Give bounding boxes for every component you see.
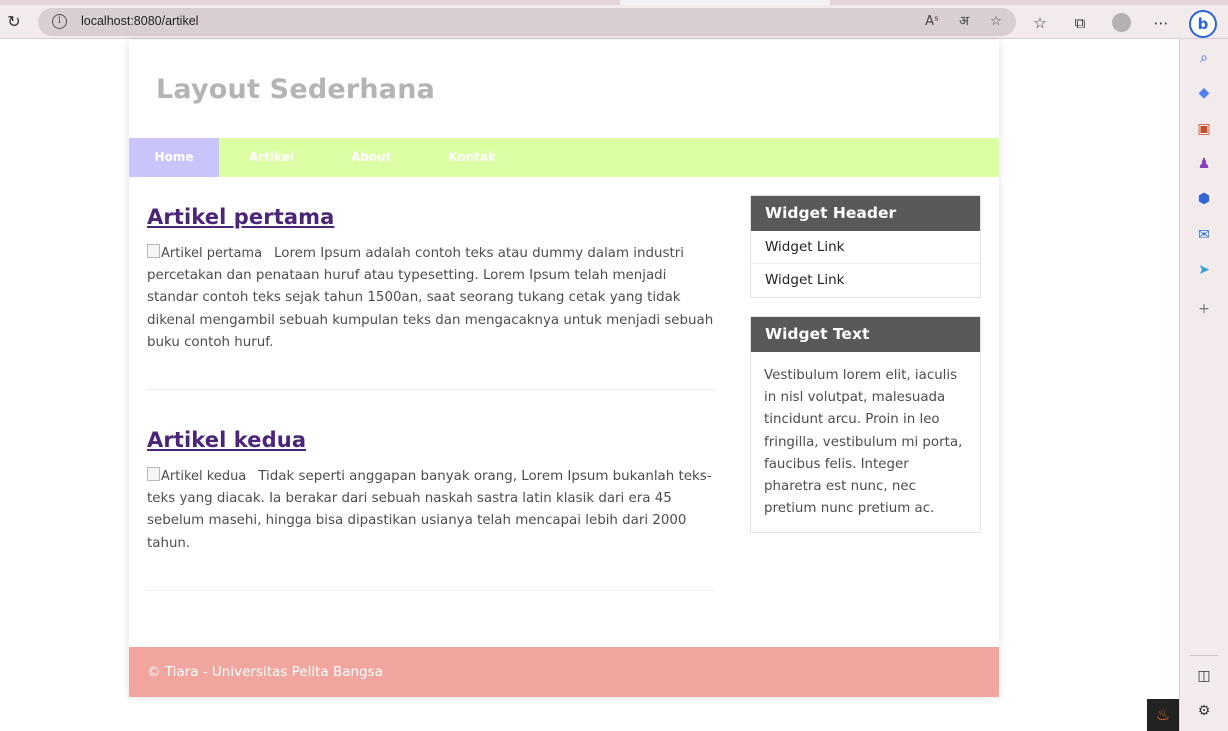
translate-icon[interactable]: अ (955, 13, 973, 31)
browser-sidebar: ⌕ ◆ ▣ ♟ ⬢ ✉ ➤ + ◫ ⚙ (1179, 39, 1228, 731)
add-favorite-icon[interactable]: ☆ (987, 13, 1005, 31)
article-title[interactable]: Artikel pertama (147, 205, 715, 229)
tools-icon[interactable]: ▣ (1194, 119, 1214, 139)
collections-icon[interactable]: ⧉ (1070, 13, 1090, 33)
nav-about[interactable]: About (322, 138, 419, 177)
article-body: Artikel pertama Lorem Ipsum adalah contoh… (147, 243, 715, 354)
nav-kontak[interactable]: Kontak (419, 138, 522, 177)
nav-artikel[interactable]: Artikel (219, 138, 322, 177)
site-header: Layout Sederhana (129, 40, 999, 138)
address-bar[interactable]: i localhost:8080/artikel Aˢ अ ☆ (38, 8, 1016, 36)
nav-home[interactable]: Home (129, 138, 219, 177)
read-aloud-icon[interactable]: Aˢ (923, 13, 941, 31)
url-text[interactable]: localhost:8080/artikel (81, 14, 198, 28)
info-icon[interactable]: i (52, 14, 67, 29)
add-icon[interactable]: + (1194, 299, 1214, 319)
widget-text-body: Vestibulum lorem elit, iaculis in nisl v… (764, 368, 963, 517)
bing-chat-icon[interactable]: b (1189, 10, 1217, 38)
widget-links: Widget Header Widget Link Widget Link (750, 195, 981, 298)
profile-icon[interactable] (1112, 13, 1131, 32)
microsoft365-icon[interactable]: ⬢ (1194, 189, 1214, 209)
widget-link[interactable]: Widget Link (751, 264, 980, 297)
games-icon[interactable]: ♟ (1194, 154, 1214, 174)
article: Artikel pertama Artikel pertama Lorem Ips… (147, 205, 715, 391)
outlook-icon[interactable]: ✉ (1194, 225, 1214, 245)
article-image: Artikel kedua (147, 466, 246, 488)
reload-icon[interactable]: ↻ (4, 12, 24, 32)
widget-text: Widget Text Vestibulum lorem elit, iacul… (750, 316, 981, 534)
site-footer: © Tiara - Universitas Pelita Bangsa (129, 647, 999, 697)
widget-header-title: Widget Header (751, 196, 980, 231)
sidebar-divider (1190, 655, 1218, 656)
main-nav: Home Artikel About Kontak (129, 138, 999, 177)
article-title[interactable]: Artikel kedua (147, 428, 715, 452)
flame-icon[interactable]: ♨ (1147, 699, 1179, 731)
favorites-icon[interactable]: ☆ (1030, 13, 1050, 33)
article: Artikel kedua Artikel kedua Tidak seperti… (147, 428, 715, 591)
sidebar-widgets: Widget Header Widget Link Widget Link Wi… (750, 195, 981, 551)
article-list: Artikel pertama Artikel pertama Lorem Ips… (147, 205, 715, 629)
send-icon[interactable]: ➤ (1194, 260, 1214, 280)
search-icon[interactable]: ⌕ (1194, 48, 1214, 68)
page-viewport: Layout Sederhana Home Artikel About Kont… (0, 40, 1179, 731)
page-container: Layout Sederhana Home Artikel About Kont… (129, 40, 999, 697)
settings-icon[interactable]: ⚙ (1194, 701, 1214, 721)
widget-link[interactable]: Widget Link (751, 231, 980, 264)
more-icon[interactable]: ⋯ (1151, 13, 1171, 33)
site-title: Layout Sederhana (156, 74, 436, 105)
split-screen-icon[interactable]: ◫ (1194, 666, 1214, 686)
article-body: Artikel kedua Tidak seperti anggapan bany… (147, 466, 715, 555)
shopping-tag-icon[interactable]: ◆ (1194, 83, 1214, 103)
browser-toolbar: ↻ i localhost:8080/artikel Aˢ अ ☆ ☆ ⧉ ⋯ … (0, 5, 1228, 39)
widget-text-title: Widget Text (751, 317, 980, 352)
article-image: Artikel pertama (147, 243, 262, 265)
